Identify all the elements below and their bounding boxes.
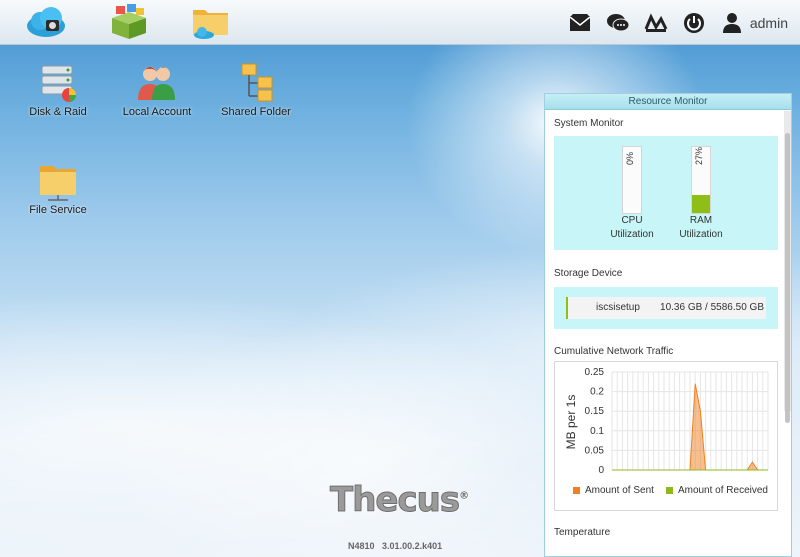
y-tick-label: 0.2 [590, 387, 604, 398]
user-icon[interactable] [720, 11, 744, 35]
desktop-icon-disk-raid[interactable]: Disk & Raid [13, 62, 103, 118]
user-name[interactable]: admin [750, 15, 788, 31]
legend-label-sent: Amount of Sent [585, 485, 654, 496]
taskbar-right: admin [568, 8, 788, 38]
legend-label-received: Amount of Received [677, 485, 768, 496]
y-tick-label: 0.15 [585, 406, 605, 417]
storage-device-name: iscsisetup [596, 302, 640, 313]
brand-logo: Thecus® [329, 480, 469, 521]
local-account-icon [135, 62, 179, 104]
system-monitor-box: 0% CPU Utilization 27% RAM Utilization [554, 136, 778, 250]
resource-monitor-title[interactable]: Resource Monitor [545, 94, 791, 110]
cpu-percent: 0% [625, 151, 635, 165]
network-icon[interactable] [644, 11, 668, 35]
version-info: N4810 3.01.00.2.k401 [348, 541, 442, 551]
cpu-gauge: 0% [622, 146, 642, 214]
cpu-label-line1: CPU [621, 215, 643, 226]
resource-monitor-panel: Resource Monitor System Monitor 0% CPU U… [544, 93, 792, 557]
temperature-title: Temperature [554, 527, 611, 538]
desktop-icon-label: Shared Folder [221, 106, 291, 118]
system-monitor-title: System Monitor [554, 118, 624, 129]
legend-item-sent[interactable]: Amount of Sent [573, 485, 654, 496]
storage-device-usage: 10.36 GB / 5586.50 GB [660, 302, 764, 313]
shared-folder-icon [234, 62, 278, 104]
legend-item-received[interactable]: Amount of Received [665, 485, 768, 496]
storage-device-row[interactable]: iscsisetup 10.36 GB / 5586.50 GB [566, 297, 766, 319]
chat-icon[interactable] [606, 11, 630, 35]
mail-icon[interactable] [568, 11, 592, 35]
taskbar: admin [0, 0, 800, 45]
y-tick-label: 0.1 [590, 426, 604, 437]
scrollbar-track[interactable] [784, 111, 791, 423]
desktop-icon-shared-folder[interactable]: Shared Folder [211, 62, 301, 118]
firmware-version: 3.01.00.2.k401 [382, 541, 443, 551]
ram-gauge: 27% [691, 146, 711, 214]
desktop-icon-file-service[interactable]: File Service [13, 160, 103, 216]
desktop-icon-label: File Service [29, 204, 87, 216]
network-traffic-title: Cumulative Network Traffic [554, 346, 674, 357]
y-tick-label: 0.05 [585, 445, 605, 456]
scrollbar-thumb[interactable] [785, 133, 790, 423]
ram-percent: 27% [694, 146, 704, 165]
network-chart-svg: 0.25 0.2 0.15 0.1 0.05 0 MB per 1s [564, 367, 769, 476]
y-tick-label: 0 [598, 465, 604, 476]
y-axis-label: MB per 1s [564, 395, 578, 450]
brand-name: Thecus [329, 480, 460, 521]
ram-label-line1: RAM [689, 215, 713, 226]
brand-mark: ® [459, 490, 469, 502]
cloud-icon[interactable] [25, 4, 67, 40]
storage-device-title: Storage Device [554, 268, 623, 279]
legend-swatch-received [665, 487, 673, 494]
legend-swatch-sent [573, 487, 580, 494]
network-traffic-chart: 0.25 0.2 0.15 0.1 0.05 0 MB per 1s Amount of S… [554, 361, 778, 511]
cpu-label: CPU Utilization [592, 214, 672, 242]
disk-raid-icon [36, 62, 80, 104]
ram-label: RAM Utilization [661, 214, 741, 242]
power-icon[interactable] [682, 11, 706, 35]
storage-device-box: iscsisetup 10.36 GB / 5586.50 GB [554, 287, 778, 329]
model-label: N4810 [348, 541, 375, 551]
file-service-icon [36, 160, 80, 202]
folder-cloud-icon[interactable] [190, 4, 232, 40]
desktop-icon-label: Disk & Raid [29, 106, 87, 118]
ram-label-line2: Utilization [679, 229, 723, 240]
desktop-icon-local-account[interactable]: Local Account [112, 62, 202, 118]
ram-gauge-fill [692, 195, 710, 213]
cpu-label-line2: Utilization [610, 229, 654, 240]
chart-legend: Amount of Sent Amount of Received [573, 485, 768, 496]
app-center-icon[interactable] [108, 4, 150, 40]
y-tick-label: 0.25 [585, 367, 605, 378]
desktop-icon-label: Local Account [122, 106, 192, 118]
